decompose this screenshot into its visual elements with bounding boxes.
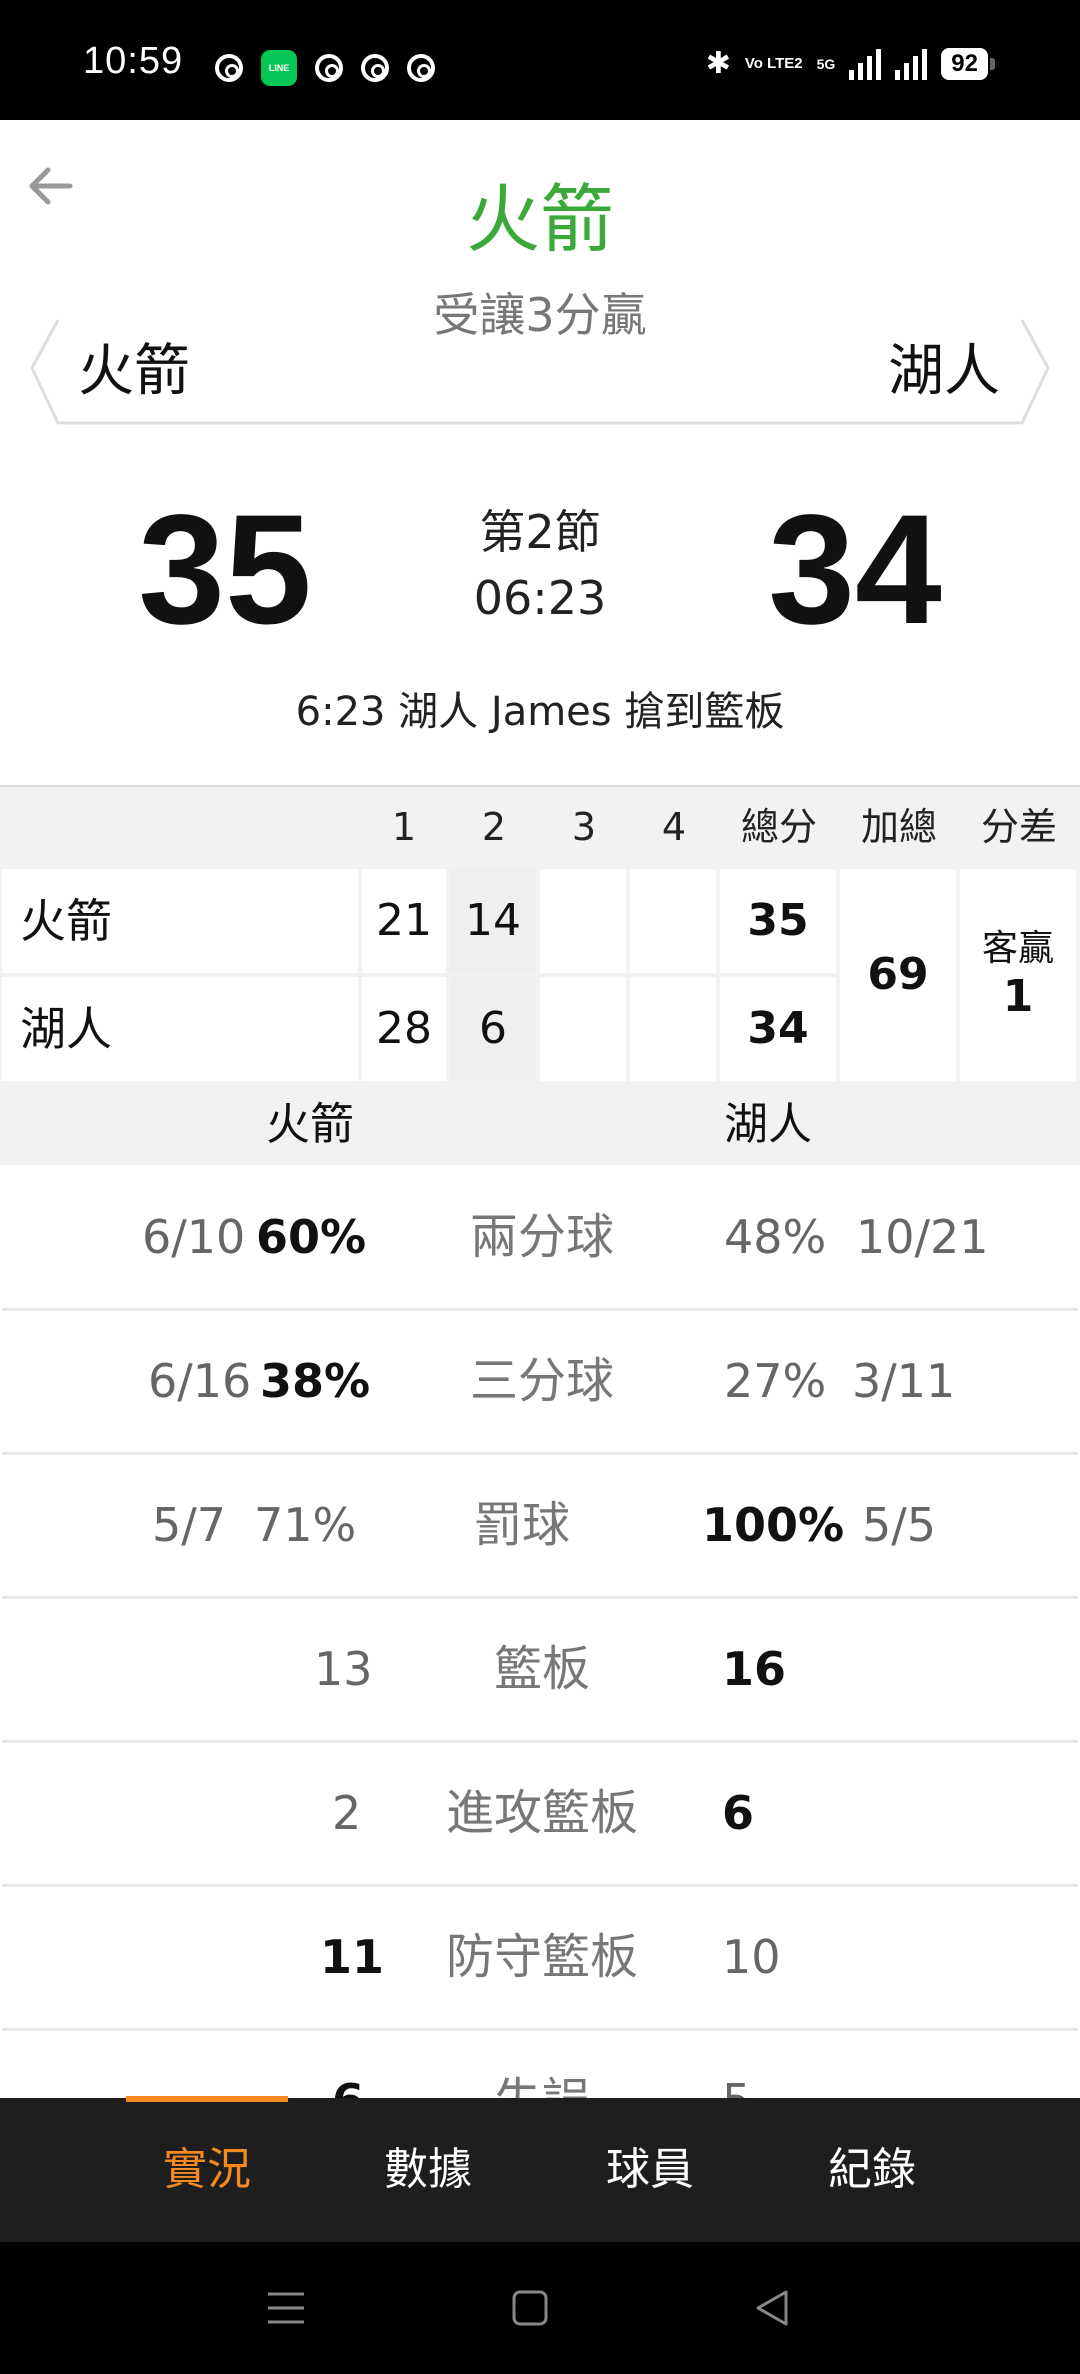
home-percentage: 38% [260, 1354, 371, 1408]
stat-label: 兩分球 [469, 1209, 614, 1265]
game-period: 第2節 [479, 505, 601, 559]
total-cell: 34 [720, 977, 836, 1081]
quarter-cell [540, 977, 626, 1081]
threads-icon [361, 54, 389, 82]
quarter-cell [630, 977, 716, 1081]
home-value: 11 [320, 1930, 385, 1984]
column-header: 分差 [980, 805, 1057, 849]
last-play: 6:23 湖人 James 搶到籃板 [295, 689, 785, 735]
away-value: 16 [722, 1642, 787, 1696]
quarter-cell: 6 [450, 977, 536, 1081]
clock-time: 10:59 [83, 40, 184, 82]
home-value: 13 [314, 1642, 373, 1696]
table-row-team: 湖人 [2, 977, 358, 1081]
away-percentage: 100% [702, 1498, 845, 1552]
threads-icon [315, 54, 343, 82]
signal-icon [849, 48, 882, 80]
stat-label: 籃板 [493, 1641, 590, 1697]
stat-row-free-throws: 5/7 71% 罰球 100% 5/5 [2, 1455, 1078, 1599]
page-title: 火箭 [466, 177, 614, 263]
home-team-name[interactable]: 火箭 [78, 337, 190, 407]
menu-icon[interactable] [266, 2288, 306, 2332]
home-icon[interactable] [510, 2288, 550, 2332]
tab-stats[interactable]: 數據 [328, 2098, 528, 2242]
network-5g-icon: 5G [816, 55, 836, 72]
stats-away-team: 湖人 [724, 1099, 812, 1150]
stat-row-three-pointers: 6/16 38% 三分球 27% 3/11 [2, 1311, 1078, 1455]
stat-row-rebounds: 13 籃板 16 [2, 1599, 1078, 1743]
home-percentage: 60% [256, 1210, 367, 1264]
away-made-attempts: 10/21 [856, 1210, 989, 1264]
stats-home-team: 火箭 [266, 1099, 354, 1150]
away-team-name[interactable]: 湖人 [888, 337, 1000, 407]
battery-icon: 92 [941, 47, 995, 80]
system-nav-bar [0, 2242, 1080, 2374]
away-percentage: 27% [724, 1354, 827, 1408]
column-header: 總分 [740, 805, 817, 849]
home-score: 35 [138, 483, 312, 657]
threads-icon [215, 54, 243, 82]
score-diff-value: 1 [1002, 971, 1034, 1022]
bottom-tab-bar: 實況 數據 球員 紀錄 [0, 2098, 1080, 2242]
home-percentage: 71% [254, 1498, 357, 1552]
stat-row-offensive-rebounds: 2 進攻籃板 6 [2, 1743, 1078, 1887]
stat-row-two-pointers: 6/10 60% 兩分球 48% 10/21 [2, 1167, 1078, 1311]
home-made-attempts: 6/16 [148, 1354, 252, 1408]
bluetooth-icon: ✱ [705, 46, 731, 81]
stat-row-defensive-rebounds: 11 防守籃板 10 [2, 1887, 1078, 2031]
column-header: 2 [481, 805, 507, 849]
stat-label: 防守籃板 [445, 1929, 638, 1985]
score-diff-cell: 客贏 1 [960, 869, 1076, 1081]
active-tab-indicator [126, 2096, 288, 2102]
notification-icons: LINE [215, 50, 435, 86]
column-header: 1 [391, 805, 417, 849]
away-percentage: 48% [724, 1210, 827, 1264]
status-bar: 10:59 LINE ✱ Vo LTE2 5G 92 [0, 0, 1080, 120]
stat-label: 罰球 [473, 1497, 570, 1553]
tab-live[interactable]: 實況 [107, 2098, 307, 2242]
quarter-cell [540, 869, 626, 973]
away-score: 34 [768, 483, 942, 657]
volte-icon: Vo LTE2 [744, 55, 803, 72]
quarter-cell: 21 [362, 869, 446, 973]
home-made-attempts: 6/10 [142, 1210, 246, 1264]
away-value: 6 [722, 1786, 755, 1840]
tab-records[interactable]: 紀錄 [772, 2098, 972, 2242]
line-app-icon: LINE [261, 50, 297, 86]
stats-header: 火箭 湖人 [0, 1085, 1080, 1165]
quarter-cell: 28 [362, 977, 446, 1081]
home-made-attempts: 5/7 [152, 1498, 227, 1552]
home-value: 2 [332, 1786, 362, 1840]
away-made-attempts: 3/11 [852, 1354, 956, 1408]
tab-players[interactable]: 球員 [550, 2098, 750, 2242]
stat-label: 進攻籃板 [445, 1785, 638, 1841]
quarter-score-table: 1 2 3 4 總分 加總 分差 火箭 21 14 35 湖人 28 6 34 … [0, 785, 1080, 1085]
signal-icon [895, 48, 928, 80]
system-indicators: ✱ Vo LTE2 5G 92 [705, 46, 995, 81]
combined-total-cell: 69 [840, 869, 956, 1081]
back-icon[interactable] [752, 2288, 792, 2332]
score-diff-label: 客贏 [981, 928, 1054, 969]
threads-icon [407, 54, 435, 82]
table-row-team: 火箭 [2, 869, 358, 973]
away-made-attempts: 5/5 [862, 1498, 937, 1552]
stat-label: 三分球 [469, 1353, 614, 1409]
quarter-cell: 14 [450, 869, 536, 973]
away-value: 10 [722, 1930, 781, 1984]
column-header: 加總 [860, 805, 937, 849]
column-header: 4 [661, 805, 687, 849]
column-header: 3 [571, 805, 597, 849]
total-cell: 35 [720, 869, 836, 973]
game-clock: 06:23 [473, 571, 607, 625]
quarter-cell [630, 869, 716, 973]
